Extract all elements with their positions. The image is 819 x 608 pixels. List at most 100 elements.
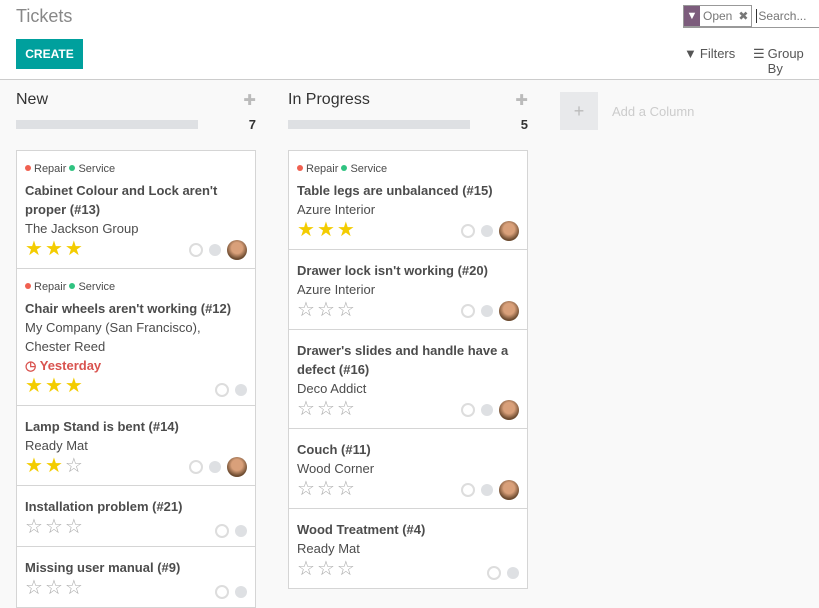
ticket-title: Drawer lock isn't working (#20) bbox=[297, 263, 488, 278]
filters-button[interactable]: ▼ Filters bbox=[684, 46, 735, 61]
star-icon[interactable]: ★ bbox=[45, 455, 63, 477]
activity-clock-icon[interactable] bbox=[461, 304, 475, 318]
quick-create-icon[interactable]: ✚ bbox=[515, 91, 528, 109]
clock-icon: ◷ bbox=[25, 358, 37, 373]
kanban-state-icon[interactable] bbox=[507, 567, 519, 579]
star-icon[interactable]: ★ bbox=[45, 375, 63, 397]
star-icon[interactable]: ★ bbox=[25, 238, 43, 260]
list-icon: ☰ bbox=[753, 46, 765, 61]
activity-clock-icon[interactable] bbox=[461, 483, 475, 497]
ticket-title: Lamp Stand is bent (#14) bbox=[25, 419, 179, 434]
card-footer bbox=[487, 566, 519, 580]
star-icon[interactable]: ☆ bbox=[317, 558, 335, 580]
ticket-card[interactable]: Couch (#11) Wood Corner ☆ ☆ ☆ bbox=[288, 429, 528, 509]
star-icon[interactable]: ☆ bbox=[337, 478, 355, 500]
star-icon[interactable]: ★ bbox=[45, 238, 63, 260]
column-progress-bar bbox=[288, 120, 470, 129]
star-icon[interactable]: ☆ bbox=[65, 455, 83, 477]
plus-icon: + bbox=[560, 92, 598, 130]
tag: Service bbox=[350, 163, 388, 175]
ticket-card[interactable]: Drawer's slides and handle have a defect… bbox=[288, 330, 528, 429]
search-input[interactable] bbox=[756, 8, 817, 23]
star-icon[interactable]: ☆ bbox=[297, 478, 315, 500]
star-icon[interactable]: ★ bbox=[337, 219, 355, 241]
search-facet: ▼ Open ✖ bbox=[683, 4, 753, 27]
group-by-button[interactable]: ☰ Group By bbox=[753, 46, 819, 76]
star-icon[interactable]: ☆ bbox=[25, 577, 43, 599]
star-icon[interactable]: ☆ bbox=[297, 299, 315, 321]
card-footer bbox=[461, 301, 519, 321]
filter-icon: ▼ bbox=[684, 5, 700, 26]
ticket-card[interactable]: Repair Service Chair wheels aren't worki… bbox=[16, 269, 256, 406]
kanban-state-icon[interactable] bbox=[209, 244, 221, 256]
kanban-state-icon[interactable] bbox=[481, 484, 493, 496]
activity-clock-icon[interactable] bbox=[215, 383, 229, 397]
star-icon[interactable]: ★ bbox=[317, 219, 335, 241]
tag: Repair bbox=[34, 163, 67, 175]
star-icon[interactable]: ☆ bbox=[317, 299, 335, 321]
kanban-column: In Progress ✚ 5 Repair Service Table legs… bbox=[288, 80, 528, 589]
star-icon[interactable]: ☆ bbox=[45, 516, 63, 538]
card-footer bbox=[461, 221, 519, 241]
star-icon[interactable]: ★ bbox=[297, 219, 315, 241]
kanban-state-icon[interactable] bbox=[235, 384, 247, 396]
kanban-state-icon[interactable] bbox=[209, 461, 221, 473]
star-icon[interactable]: ☆ bbox=[65, 577, 83, 599]
star-icon[interactable]: ☆ bbox=[337, 299, 355, 321]
kanban-state-icon[interactable] bbox=[481, 225, 493, 237]
ticket-card[interactable]: Installation problem (#21) ☆ ☆ ☆ bbox=[16, 486, 256, 547]
avatar bbox=[227, 240, 247, 260]
ticket-title: Missing user manual (#9) bbox=[25, 560, 181, 575]
star-icon[interactable]: ★ bbox=[65, 375, 83, 397]
deadline: ◷ Yesterday bbox=[25, 358, 102, 373]
remove-facet-icon[interactable]: ✖ bbox=[735, 9, 751, 23]
star-icon[interactable]: ☆ bbox=[337, 398, 355, 420]
avatar bbox=[499, 400, 519, 420]
ticket-customer: Deco Addict bbox=[297, 381, 367, 396]
star-icon[interactable]: ★ bbox=[65, 238, 83, 260]
star-icon[interactable]: ☆ bbox=[317, 398, 335, 420]
tag-color-dot bbox=[69, 165, 76, 171]
kanban-column: New ✚ 7 Repair Service Cabinet Colour and… bbox=[16, 80, 256, 608]
activity-clock-icon[interactable] bbox=[215, 524, 229, 538]
activity-clock-icon[interactable] bbox=[461, 224, 475, 238]
column-header: New ✚ 7 bbox=[16, 80, 256, 150]
avatar bbox=[227, 457, 247, 477]
ticket-title: Wood Treatment (#4) bbox=[297, 522, 426, 537]
priority-stars: ☆ ☆ ☆ bbox=[297, 558, 519, 580]
kanban-state-icon[interactable] bbox=[235, 525, 247, 537]
priority-stars: ★ ★ ★ bbox=[25, 375, 247, 397]
star-icon[interactable]: ☆ bbox=[297, 398, 315, 420]
activity-clock-icon[interactable] bbox=[487, 566, 501, 580]
card-list: Repair Service Cabinet Colour and Lock a… bbox=[16, 150, 256, 608]
star-icon[interactable]: ☆ bbox=[25, 516, 43, 538]
kanban-state-icon[interactable] bbox=[235, 586, 247, 598]
kanban-state-icon[interactable] bbox=[481, 305, 493, 317]
add-column[interactable]: + Add a Column bbox=[560, 92, 694, 130]
create-button[interactable]: CREATE bbox=[16, 39, 83, 69]
card-footer bbox=[215, 383, 247, 397]
activity-clock-icon[interactable] bbox=[189, 243, 203, 257]
card-footer bbox=[189, 240, 247, 260]
ticket-card[interactable]: Drawer lock isn't working (#20) Azure Int… bbox=[288, 250, 528, 330]
tag-color-dot bbox=[25, 283, 31, 289]
activity-clock-icon[interactable] bbox=[461, 403, 475, 417]
ticket-card[interactable]: Missing user manual (#9) ☆ ☆ ☆ bbox=[16, 547, 256, 608]
ticket-card[interactable]: Repair Service Table legs are unbalanced… bbox=[288, 150, 528, 250]
quick-create-icon[interactable]: ✚ bbox=[243, 91, 256, 109]
activity-clock-icon[interactable] bbox=[215, 585, 229, 599]
star-icon[interactable]: ☆ bbox=[297, 558, 315, 580]
star-icon[interactable]: ☆ bbox=[45, 577, 63, 599]
star-icon[interactable]: ★ bbox=[25, 375, 43, 397]
ticket-card[interactable]: Lamp Stand is bent (#14) Ready Mat ★ ★ ☆ bbox=[16, 406, 256, 486]
column-count: 5 bbox=[520, 117, 528, 132]
ticket-card[interactable]: Repair Service Cabinet Colour and Lock a… bbox=[16, 150, 256, 269]
tag-color-dot bbox=[69, 283, 76, 289]
star-icon[interactable]: ☆ bbox=[337, 558, 355, 580]
star-icon[interactable]: ★ bbox=[25, 455, 43, 477]
kanban-state-icon[interactable] bbox=[481, 404, 493, 416]
star-icon[interactable]: ☆ bbox=[65, 516, 83, 538]
star-icon[interactable]: ☆ bbox=[317, 478, 335, 500]
activity-clock-icon[interactable] bbox=[189, 460, 203, 474]
ticket-card[interactable]: Wood Treatment (#4) Ready Mat ☆ ☆ ☆ bbox=[288, 509, 528, 589]
